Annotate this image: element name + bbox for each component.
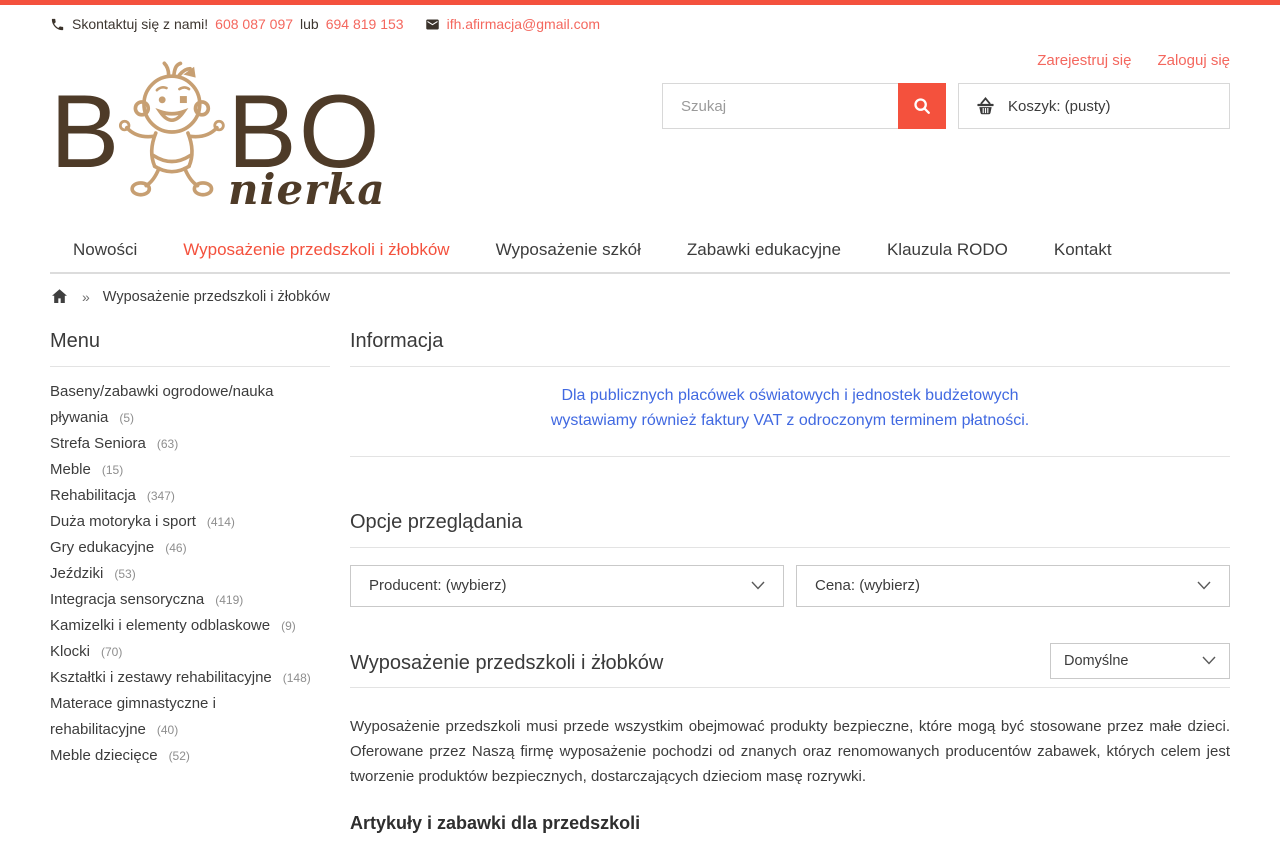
sidebar-title: Menu <box>50 330 330 367</box>
sidebar-item-kamizelki[interactable]: Kamizelki i elementy odblaskowe(9) <box>50 613 330 639</box>
breadcrumb-current: Wyposażenie przedszkoli i żłobków <box>103 289 330 305</box>
contact-label: Skontaktuj się z nami! <box>72 16 208 32</box>
envelope-icon <box>425 17 440 32</box>
logo-letter-b: B <box>50 80 121 184</box>
site-logo[interactable]: B <box>50 56 382 208</box>
main: Menu Baseny/zabawki ogrodowe/nauka pływa… <box>0 330 1280 848</box>
logo-nierka-text: nierka <box>228 165 386 214</box>
breadcrumb: » Wyposażenie przedszkoli i żłobków <box>0 274 1280 314</box>
chevron-down-icon <box>751 581 765 590</box>
sidebar-item-meble[interactable]: Meble(15) <box>50 457 330 483</box>
cart-label: Koszyk: (pusty) <box>1008 98 1111 115</box>
search-input[interactable] <box>663 84 898 128</box>
sidebar-item-rehabilitacja[interactable]: Rehabilitacja(347) <box>50 483 330 509</box>
sidebar: Menu Baseny/zabawki ogrodowe/nauka pływa… <box>50 330 330 769</box>
nav-item-nowosci[interactable]: Nowości <box>50 232 160 272</box>
chevron-down-icon <box>1202 656 1216 665</box>
item-count: (70) <box>101 645 122 659</box>
item-count: (63) <box>157 437 178 451</box>
item-count: (46) <box>165 541 186 555</box>
cart-button[interactable]: Koszyk: (pusty) <box>958 83 1230 129</box>
info-section: Informacja Dla publicznych placówek oświ… <box>350 330 1230 457</box>
item-count: (5) <box>119 411 134 425</box>
filters-section: Opcje przeglądania Producent: (wybierz) … <box>350 511 1230 607</box>
basket-icon <box>974 95 997 118</box>
sidebar-item-meble-dzieciece[interactable]: Meble dziecięce(52) <box>50 743 330 769</box>
listing-subheading: Artykuły i zabawki dla przedszkoli <box>350 813 1230 834</box>
main-nav: Nowości Wyposażenie przedszkoli i żłobkó… <box>0 232 1280 274</box>
home-icon[interactable] <box>50 287 69 306</box>
phone-icon <box>50 17 65 32</box>
sidebar-item-klocki[interactable]: Klocki(70) <box>50 639 330 665</box>
nav-item-klauzula-rodo[interactable]: Klauzula RODO <box>864 232 1031 272</box>
item-count: (419) <box>215 593 243 607</box>
listing-description: Wyposażenie przedszkoli musi przede wszy… <box>350 714 1230 790</box>
item-count: (40) <box>157 723 178 737</box>
listing-title: Wyposażenie przedszkoli i żłobków <box>350 652 663 681</box>
search-button[interactable] <box>898 83 946 129</box>
sidebar-item-duza-motoryka[interactable]: Duża motoryka i sport(414) <box>50 509 330 535</box>
phone-separator: lub <box>300 16 319 32</box>
login-link[interactable]: Zaloguj się <box>1157 52 1230 69</box>
nav-item-wyposazenie-szkol[interactable]: Wyposażenie szkół <box>473 232 664 272</box>
header: B <box>0 44 1280 208</box>
sidebar-item-strefa-seniora[interactable]: Strefa Seniora(63) <box>50 431 330 457</box>
producer-select[interactable]: Producent: (wybierz) <box>350 565 784 607</box>
email-link[interactable]: ifh.afirmacja@gmail.com <box>447 16 600 32</box>
item-count: (414) <box>207 515 235 529</box>
info-title: Informacja <box>350 330 1230 367</box>
search-icon <box>911 95 933 117</box>
price-select-value: Cena: (wybierz) <box>815 577 920 594</box>
filters-title: Opcje przeglądania <box>350 511 1230 548</box>
producer-select-value: Producent: (wybierz) <box>369 577 507 594</box>
nav-item-kontakt[interactable]: Kontakt <box>1031 232 1135 272</box>
search-box <box>662 83 946 129</box>
sidebar-item-baseny[interactable]: Baseny/zabawki ogrodowe/nauka pływania(5… <box>50 379 330 431</box>
item-count: (52) <box>169 749 190 763</box>
phone-link-1[interactable]: 608 087 097 <box>215 16 293 32</box>
item-count: (9) <box>281 619 296 633</box>
sort-select-value: Domyślne <box>1064 653 1128 669</box>
item-count: (15) <box>102 463 123 477</box>
nav-item-wyposazenie-przedszkoli[interactable]: Wyposażenie przedszkoli i żłobków <box>160 232 472 272</box>
register-link[interactable]: Zarejestruj się <box>1037 52 1131 69</box>
info-text: Dla publicznych placówek oświatowych i j… <box>350 367 1230 457</box>
sort-select[interactable]: Domyślne <box>1050 643 1230 679</box>
chevron-down-icon <box>1197 581 1211 590</box>
sidebar-item-materace[interactable]: Materace gimnastyczne i rehabilitacyjne(… <box>50 691 330 743</box>
sidebar-item-ksztaltki[interactable]: Kształtki i zestawy rehabilitacyjne(148) <box>50 665 330 691</box>
category-menu: Baseny/zabawki ogrodowe/nauka pływania(5… <box>50 379 330 769</box>
item-count: (347) <box>147 489 175 503</box>
item-count: (53) <box>114 567 135 581</box>
sidebar-item-integracja-sensoryczna[interactable]: Integracja sensoryczna(419) <box>50 587 330 613</box>
listing-section: Wyposażenie przedszkoli i żłobków Domyśl… <box>350 643 1230 835</box>
contact-topbar: Skontaktuj się z nami! 608 087 097 lub 6… <box>0 5 1280 38</box>
nav-item-zabawki-edukacyjne[interactable]: Zabawki edukacyjne <box>664 232 864 272</box>
sidebar-item-gry-edukacyjne[interactable]: Gry edukacyjne(46) <box>50 535 330 561</box>
item-count: (148) <box>283 671 311 685</box>
phone-link-2[interactable]: 694 819 153 <box>326 16 404 32</box>
account-links: Zarejestruj się Zaloguj się <box>1037 52 1230 69</box>
sidebar-item-jezdziki[interactable]: Jeździki(53) <box>50 561 330 587</box>
breadcrumb-separator: » <box>82 289 90 305</box>
content: Informacja Dla publicznych placówek oświ… <box>350 330 1230 834</box>
baby-logo-icon <box>115 56 233 208</box>
price-select[interactable]: Cena: (wybierz) <box>796 565 1230 607</box>
